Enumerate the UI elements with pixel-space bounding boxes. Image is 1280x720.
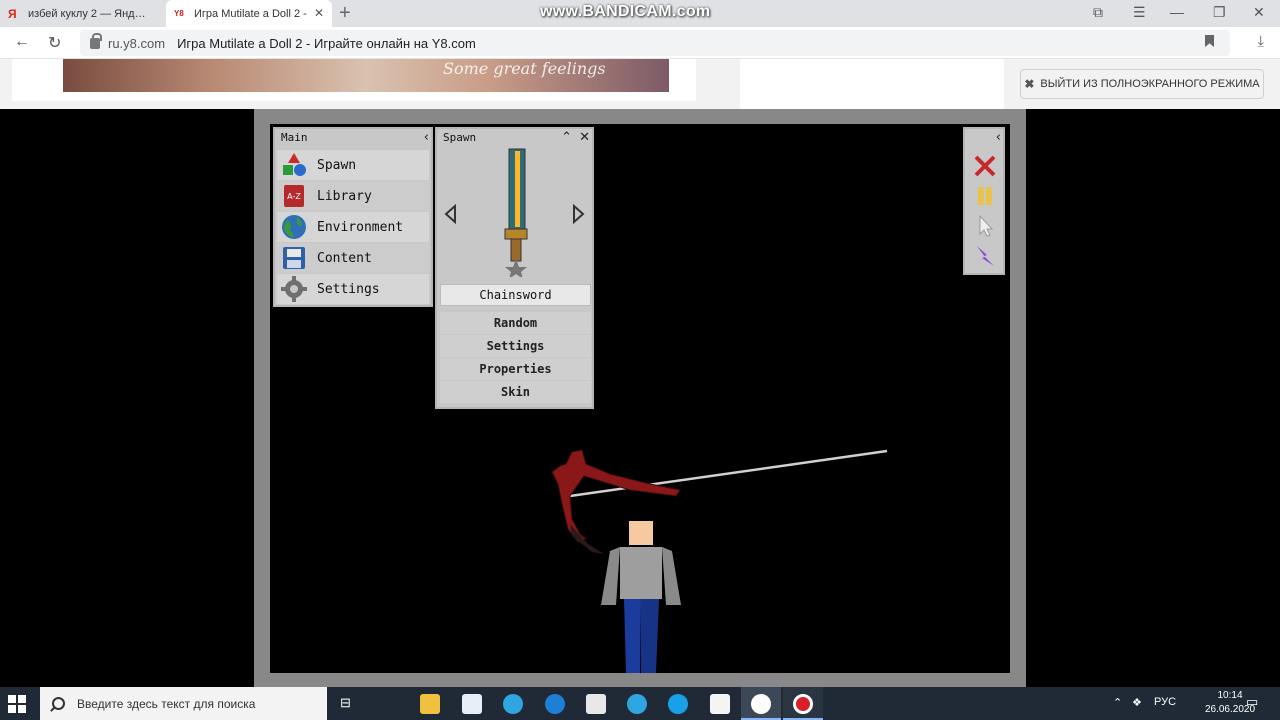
windows-start-icon[interactable] [8, 695, 26, 713]
input-language[interactable]: РУС [1154, 696, 1176, 708]
page-header: Some great feelings ✖ ВЫЙТИ ИЗ ПОЛНОЭКРА… [0, 59, 1280, 109]
document-icon[interactable] [710, 694, 730, 714]
exit-fullscreen-button[interactable]: ✖ ВЫЙТИ ИЗ ПОЛНОЭКРАННОГО РЕЖИМА [1020, 69, 1264, 99]
cursor-icon[interactable] [972, 213, 998, 239]
tab-title: избей куклу 2 — Яндекс: н [28, 7, 146, 20]
new-tab-icon[interactable]: + [339, 2, 351, 25]
taskbar-search-box[interactable]: Введите здесь текст для поиска [40, 687, 327, 720]
doll-right-leg [641, 599, 659, 673]
edge-browser-icon[interactable] [545, 694, 565, 714]
close-window-icon[interactable]: ✕ [1253, 4, 1265, 21]
chevron-up-icon[interactable]: ⌃ [561, 130, 572, 145]
chainsword-preview [504, 148, 528, 277]
lightning-icon[interactable] [972, 243, 998, 269]
task-view-icon[interactable]: ⊟ [340, 695, 351, 711]
lock-icon [90, 32, 102, 49]
yandex-browser-taskbar-item[interactable] [741, 687, 781, 720]
delete-x-icon[interactable] [972, 153, 998, 179]
address-bar: ← ↻ ru.y8.com Игра Mutilate a Doll 2 - И… [0, 27, 1280, 59]
tabs-list-icon[interactable]: ⧉ [1093, 4, 1103, 21]
bandicam-record-icon [793, 694, 813, 714]
url-field[interactable]: ru.y8.com Игра Mutilate a Doll 2 - Играй… [80, 30, 1230, 56]
main-item-spawn[interactable]: Spawn [277, 150, 429, 180]
screen: Я избей куклу 2 — Яндекс: н Y8 Игра Muti… [0, 0, 1280, 720]
settings-button[interactable]: Settings [440, 335, 591, 357]
ad-banner-text: Some great feelings [443, 59, 606, 78]
main-item-library[interactable]: A-Z Library [277, 181, 429, 211]
main-item-settings[interactable]: Settings [277, 274, 429, 304]
close-icon[interactable]: ✕ [579, 130, 590, 145]
notepad-icon[interactable] [462, 694, 482, 714]
main-item-label: Settings [317, 281, 380, 297]
bandicam-taskbar-item[interactable] [783, 687, 823, 720]
floppy-disk-icon [281, 245, 307, 271]
prev-item-arrow-icon[interactable] [443, 204, 459, 224]
selected-item-name: Chainsword [440, 284, 591, 306]
y8-favicon-icon: Y8 [174, 9, 184, 18]
dropbox-icon[interactable]: ❖ [1132, 696, 1142, 709]
spawn-panel: Spawn ⌃ ✕ Chainsword Random Settings Pro… [435, 127, 594, 409]
back-arrow-icon[interactable]: ← [14, 33, 30, 51]
tab-mutilate-doll[interactable]: Y8 Игра Mutilate a Doll 2 - ✕ [166, 0, 332, 27]
spawn-panel-title: Spawn [443, 131, 477, 144]
ad-banner[interactable]: Some great feelings [63, 59, 669, 92]
tab-yandex-search[interactable]: Я избей куклу 2 — Яндекс: н [0, 0, 162, 27]
collapse-chevron-icon[interactable]: ‹ [424, 130, 429, 145]
browser-tab-strip: Я избей куклу 2 — Яндекс: н Y8 Игра Muti… [0, 0, 1280, 27]
main-panel: Main ‹ Spawn A-Z Library Environment Con… [273, 127, 433, 307]
telegram-icon[interactable] [627, 694, 647, 714]
library-book-icon: A-Z [281, 183, 307, 209]
svg-text:A-Z: A-Z [287, 192, 301, 201]
exit-fullscreen-label: ВЫЙТИ ИЗ ПОЛНОЭКРАННОГО РЕЖИМА [1040, 78, 1260, 90]
reload-icon[interactable]: ↻ [48, 33, 61, 53]
url-page-title: Игра Mutilate a Doll 2 - Играйте онлайн … [177, 35, 476, 51]
doll-head [629, 521, 653, 545]
main-panel-title: Main [281, 131, 308, 144]
bandicam-watermark: www.BANDICAM.com [540, 3, 711, 20]
tool-panel: ‹ [963, 127, 1005, 275]
minimize-icon[interactable]: — [1170, 4, 1184, 20]
main-item-label: Environment [317, 219, 404, 235]
store-icon[interactable] [586, 694, 606, 714]
header-blank [740, 59, 1004, 109]
yandex-favicon-icon: Я [8, 6, 17, 21]
menu-icon[interactable]: ☰ [1133, 4, 1146, 21]
main-item-label: Library [317, 188, 372, 204]
main-item-environment[interactable]: Environment [277, 212, 429, 242]
properties-button[interactable]: Properties [440, 358, 591, 380]
search-icon [52, 697, 65, 710]
notifications-icon[interactable]: ▭ [1246, 694, 1258, 710]
taskbar-search-placeholder: Введите здесь текст для поиска [77, 696, 256, 711]
ad-container: Some great feelings [12, 59, 696, 101]
skin-button[interactable]: Skin [440, 381, 591, 403]
tab-title: Игра Mutilate a Doll 2 - [194, 7, 307, 20]
download-icon[interactable]: ⤓ [1257, 33, 1264, 50]
next-item-arrow-icon[interactable] [570, 204, 586, 224]
doll-left-arm [601, 547, 620, 605]
collapse-chevron-icon[interactable]: ‹ [996, 130, 1001, 145]
game-canvas[interactable]: Main ‹ Spawn A-Z Library Environment Con… [270, 124, 1010, 673]
spawn-shapes-icon [281, 152, 307, 178]
random-button[interactable]: Random [440, 312, 591, 334]
url-domain: ru.y8.com [108, 35, 166, 51]
close-icon: ✖ [1024, 77, 1035, 91]
pause-icon[interactable] [972, 183, 998, 209]
tab-close-icon[interactable]: ✕ [314, 6, 324, 20]
yandex-browser-icon [751, 694, 771, 714]
main-item-label: Content [317, 250, 372, 266]
chainsword-blade [569, 449, 888, 498]
gear-icon [281, 276, 307, 302]
main-item-content[interactable]: Content [277, 243, 429, 273]
restore-icon[interactable]: ❐ [1213, 4, 1226, 21]
doll-right-arm [662, 547, 681, 605]
windows-taskbar: Введите здесь текст для поиска ⊟ ⌃ ❖ РУС… [0, 687, 1280, 720]
telegram-icon[interactable] [503, 694, 523, 714]
file-explorer-icon[interactable] [420, 694, 440, 714]
tray-chevron-up-icon[interactable]: ⌃ [1113, 696, 1122, 709]
globe-icon [281, 214, 307, 240]
doll-left-leg [624, 599, 641, 673]
main-item-label: Spawn [317, 157, 357, 173]
skype-icon[interactable] [668, 694, 688, 714]
doll-torso [620, 547, 662, 599]
